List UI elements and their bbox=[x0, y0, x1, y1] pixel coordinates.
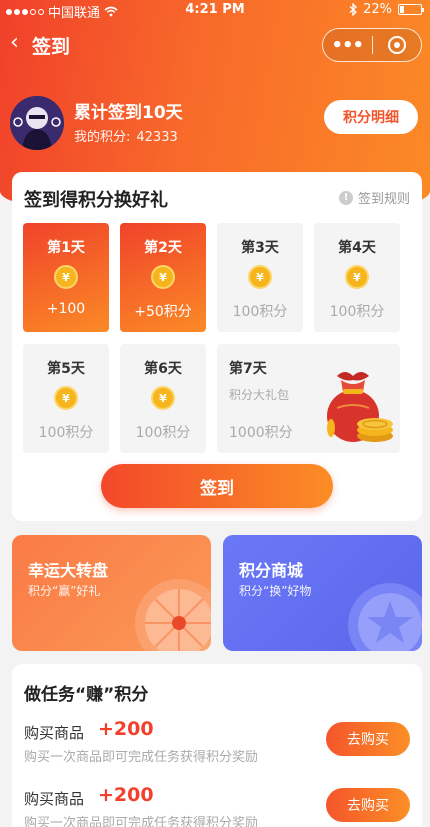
checkin-total: 累计签到10天 bbox=[74, 103, 183, 123]
day-amount: 100积分 bbox=[232, 304, 288, 320]
status-right: 22% bbox=[349, 2, 424, 17]
day-amount: +100 bbox=[46, 301, 86, 317]
points-label: 我的积分: bbox=[74, 130, 131, 145]
star-coin-icon bbox=[348, 583, 422, 651]
page-title: 签到 bbox=[32, 36, 71, 58]
day-2[interactable]: 第2天 ¥ +50积分 bbox=[120, 223, 206, 332]
coin-icon: ¥ bbox=[248, 265, 272, 289]
day-label: 第4天 bbox=[338, 240, 376, 256]
checkin-rules-link[interactable]: ! 签到规则 bbox=[338, 188, 410, 207]
day-label: 第6天 bbox=[144, 361, 182, 377]
miniprogram-capsule: ••• bbox=[322, 28, 422, 62]
back-icon[interactable]: ‹ bbox=[10, 30, 30, 55]
task-item: 购买商品 +200 购买一次商品即可完成任务获得积分奖励 去购买 bbox=[12, 784, 422, 827]
avatar[interactable] bbox=[10, 96, 64, 150]
go-buy-button[interactable]: 去购买 bbox=[326, 788, 410, 822]
day-amount: 100积分 bbox=[329, 304, 385, 320]
rules-label: 签到规则 bbox=[357, 192, 410, 207]
battery-percent: 22% bbox=[363, 2, 392, 17]
day-label: 第1天 bbox=[47, 240, 85, 256]
task-desc: 购买一次商品即可完成任务获得积分奖励 bbox=[24, 816, 259, 827]
day-4[interactable]: 第4天 ¥ 100积分 bbox=[314, 223, 400, 332]
coin-icon: ¥ bbox=[54, 265, 78, 289]
go-buy-button[interactable]: 去购买 bbox=[326, 722, 410, 756]
my-points: 我的积分: 42333 bbox=[74, 126, 178, 145]
close-miniprogram-button[interactable] bbox=[373, 36, 422, 54]
points-detail-button[interactable]: 积分明细 bbox=[324, 100, 418, 134]
task-name: 购买商品 bbox=[24, 724, 85, 742]
target-icon bbox=[387, 36, 406, 54]
tasks-card: 做任务“赚”积分 购买商品 +200 购买一次商品即可完成任务获得积分奖励 去购… bbox=[12, 664, 422, 827]
lucky-wheel-subtitle: 积分“赢”好礼 bbox=[28, 584, 101, 598]
task-desc: 购买一次商品即可完成任务获得积分奖励 bbox=[24, 750, 259, 765]
day-amount: 1000积分 bbox=[229, 425, 293, 441]
points-mall-card[interactable]: 积分商城 积分“换”好物 bbox=[223, 535, 422, 651]
day-amount: 100积分 bbox=[135, 425, 191, 441]
points-mall-title: 积分商城 bbox=[239, 561, 304, 580]
wheel-icon bbox=[135, 579, 211, 651]
coin-icon: ¥ bbox=[151, 265, 175, 289]
points-mall-subtitle: 积分“换”好物 bbox=[239, 584, 312, 598]
day-amount: +50积分 bbox=[134, 304, 192, 320]
gift-bag-icon bbox=[327, 372, 393, 442]
task-name: 购买商品 bbox=[24, 790, 85, 808]
day-amount: 100积分 bbox=[38, 425, 94, 441]
bluetooth-icon bbox=[349, 3, 358, 16]
task-item: 购买商品 +200 购买一次商品即可完成任务获得积分奖励 去购买 bbox=[12, 718, 422, 776]
day-3[interactable]: 第3天 ¥ 100积分 bbox=[217, 223, 303, 332]
lucky-wheel-card[interactable]: 幸运大转盘 积分“赢”好礼 bbox=[12, 535, 211, 651]
battery-icon bbox=[398, 4, 424, 15]
day-7[interactable]: 第7天 积分大礼包 1000积分 bbox=[217, 344, 400, 453]
more-icon[interactable]: ••• bbox=[323, 35, 372, 56]
coin-icon: ¥ bbox=[345, 265, 369, 289]
checkin-title: 签到得积分换好礼 bbox=[24, 190, 168, 211]
day-5[interactable]: 第5天 ¥ 100积分 bbox=[23, 344, 109, 453]
gift-pack-label: 积分大礼包 bbox=[229, 388, 290, 402]
checkin-card: 签到得积分换好礼 ! 签到规则 第1天 ¥ +100 第2天 ¥ +50积分 第… bbox=[12, 172, 422, 521]
task-points: +200 bbox=[98, 718, 154, 740]
coin-icon: ¥ bbox=[151, 386, 175, 410]
lucky-wheel-title: 幸运大转盘 bbox=[28, 561, 109, 580]
day-label: 第5天 bbox=[47, 361, 85, 377]
coin-icon: ¥ bbox=[54, 386, 78, 410]
signin-button[interactable]: 签到 bbox=[101, 464, 333, 508]
day-1[interactable]: 第1天 ¥ +100 bbox=[23, 223, 109, 332]
day-label: 第2天 bbox=[144, 240, 182, 256]
day-label: 第3天 bbox=[241, 240, 279, 256]
day-6[interactable]: 第6天 ¥ 100积分 bbox=[120, 344, 206, 453]
nav-bar: ‹ 签到 ••• bbox=[0, 26, 430, 66]
info-icon: ! bbox=[338, 190, 353, 205]
task-points: +200 bbox=[98, 784, 154, 806]
tasks-title: 做任务“赚”积分 bbox=[24, 685, 149, 705]
avatar-image bbox=[10, 96, 64, 150]
status-bar: 中国联通 4:21 PM 22% bbox=[0, 0, 430, 22]
points-value: 42333 bbox=[136, 130, 178, 145]
